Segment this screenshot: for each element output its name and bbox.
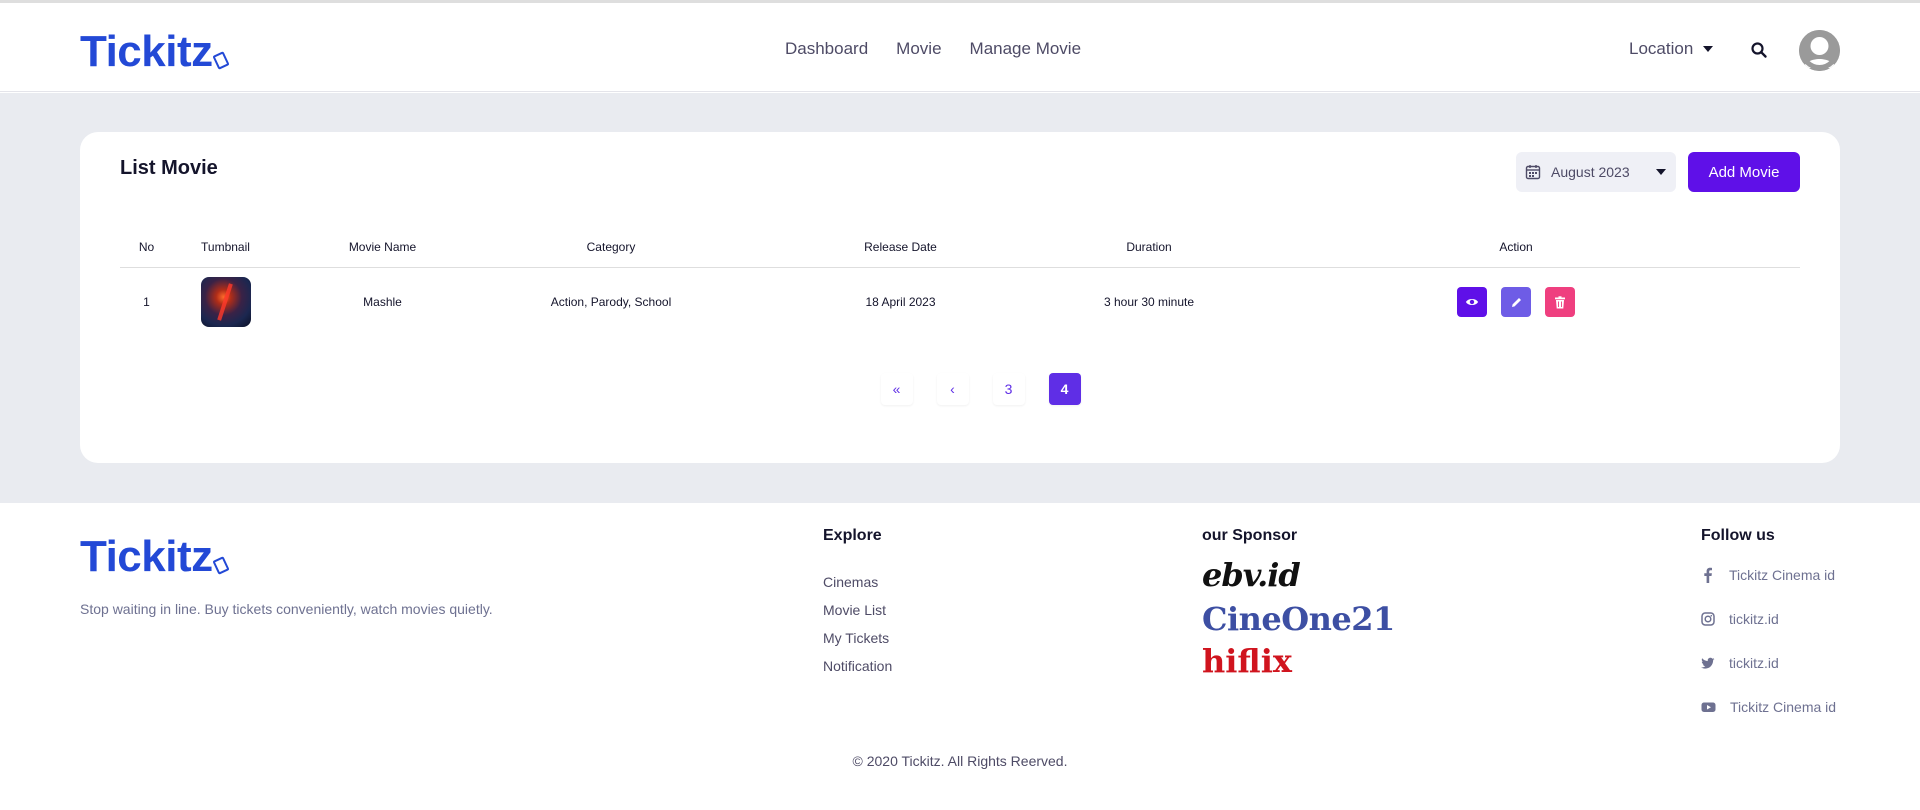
- location-label: Location: [1629, 39, 1694, 58]
- pagination-page-3[interactable]: 3: [992, 373, 1025, 405]
- column-header-thumbnail: Tumbnail: [173, 227, 278, 268]
- month-filter-value: August 2023: [1551, 164, 1630, 180]
- footer: Tickitz Stop waiting in line. Buy ticket…: [0, 503, 1920, 810]
- month-filter-select[interactable]: August 2023: [1516, 152, 1676, 192]
- column-header-category: Category: [487, 227, 735, 268]
- delete-button[interactable]: [1545, 287, 1575, 318]
- trash-icon: [1555, 296, 1565, 309]
- explore-link-movie-list[interactable]: Movie List: [823, 601, 892, 629]
- pagination-prev[interactable]: ‹: [936, 373, 969, 405]
- main-area: List Movie August 2023 Add Movie No Tumb…: [0, 93, 1920, 503]
- footer-brand-logo-text: Tickitz: [80, 532, 213, 581]
- row-actions: [1457, 287, 1575, 318]
- youtube-icon: [1701, 702, 1716, 712]
- table-row: 1 Mashle Action, Parody, School 18 April…: [120, 267, 1800, 337]
- search-icon[interactable]: [1750, 41, 1768, 59]
- movie-table: No Tumbnail Movie Name Category Release …: [120, 227, 1800, 337]
- duration: 3 hour 30 minute: [1103, 295, 1195, 310]
- sponsor-title: our Sponsor: [1202, 527, 1298, 544]
- copyright: © 2020 Tickitz. All Rights Reerved.: [852, 753, 1068, 769]
- caret-down-icon: [1703, 46, 1714, 52]
- pencil-icon: [1511, 297, 1521, 307]
- brand-logo[interactable]: Tickitz: [80, 27, 230, 77]
- main-nav: Dashboard Movie Manage Movie: [785, 39, 1081, 59]
- view-button[interactable]: [1457, 287, 1487, 318]
- explore-link-notification[interactable]: Notification: [823, 657, 892, 685]
- movie-category: Action, Parody, School: [550, 295, 672, 310]
- nav-movie[interactable]: Movie: [896, 39, 941, 59]
- sponsor-logo-hiflix[interactable]: hiflix: [1202, 642, 1292, 680]
- follow-link-facebook[interactable]: Tickitz Cinema id: [1701, 567, 1836, 611]
- facebook-icon: [1704, 567, 1712, 583]
- movie-list-card: List Movie August 2023 Add Movie No Tumb…: [80, 132, 1840, 463]
- calendar-icon: [1525, 165, 1541, 180]
- column-header-movie-name: Movie Name: [278, 227, 487, 268]
- pagination: « ‹ 3 4: [80, 373, 1840, 405]
- ticket-icon: [212, 555, 230, 575]
- header: Tickitz Dashboard Movie Manage Movie Loc…: [0, 3, 1920, 92]
- follow-links: Tickitz Cinema id tickitz.id tickitz.id …: [1701, 567, 1836, 743]
- sponsor-logo-cineone21[interactable]: CineOne21: [1202, 600, 1395, 638]
- caret-down-icon: [1656, 169, 1666, 175]
- table-header-row: No Tumbnail Movie Name Category Release …: [120, 227, 1800, 268]
- follow-label: Tickitz Cinema id: [1730, 699, 1837, 715]
- column-header-duration: Duration: [1066, 227, 1232, 268]
- edit-button[interactable]: [1501, 287, 1531, 318]
- footer-brand-logo[interactable]: Tickitz: [80, 532, 230, 582]
- follow-label: Tickitz Cinema id: [1729, 567, 1836, 583]
- nav-manage-movie[interactable]: Manage Movie: [970, 39, 1082, 59]
- follow-link-twitter[interactable]: tickitz.id: [1701, 655, 1836, 699]
- explore-link-cinemas[interactable]: Cinemas: [823, 573, 892, 601]
- movie-name: Mashle: [363, 295, 402, 310]
- footer-tagline: Stop waiting in line. Buy tickets conven…: [80, 601, 493, 617]
- column-header-no: No: [120, 227, 173, 268]
- sponsor-logo-ebv[interactable]: ebv.id: [1202, 556, 1301, 594]
- row-number: 1: [143, 295, 150, 310]
- avatar[interactable]: [1799, 30, 1840, 71]
- page-title: List Movie: [120, 157, 218, 179]
- follow-label: tickitz.id: [1729, 611, 1779, 627]
- explore-links: Cinemas Movie List My Tickets Notificati…: [823, 573, 892, 685]
- ticket-icon: [212, 50, 230, 70]
- follow-link-instagram[interactable]: tickitz.id: [1701, 611, 1836, 655]
- pagination-first[interactable]: «: [880, 373, 913, 405]
- nav-dashboard[interactable]: Dashboard: [785, 39, 868, 59]
- follow-label: tickitz.id: [1729, 655, 1779, 671]
- brand-logo-text: Tickitz: [80, 27, 213, 76]
- column-header-release-date: Release Date: [735, 227, 1066, 268]
- follow-title: Follow us: [1701, 527, 1775, 544]
- location-dropdown[interactable]: Location: [1629, 39, 1714, 59]
- release-date: 18 April 2023: [865, 295, 936, 310]
- column-header-action: Action: [1232, 227, 1800, 268]
- follow-link-youtube[interactable]: Tickitz Cinema id: [1701, 699, 1836, 743]
- pagination-page-4[interactable]: 4: [1048, 373, 1081, 405]
- add-movie-button[interactable]: Add Movie: [1688, 152, 1800, 192]
- explore-link-my-tickets[interactable]: My Tickets: [823, 629, 892, 657]
- twitter-icon: [1701, 657, 1715, 669]
- explore-title: Explore: [823, 527, 882, 544]
- eye-icon: [1466, 299, 1478, 306]
- instagram-icon: [1701, 612, 1715, 626]
- movie-thumbnail: [200, 277, 251, 328]
